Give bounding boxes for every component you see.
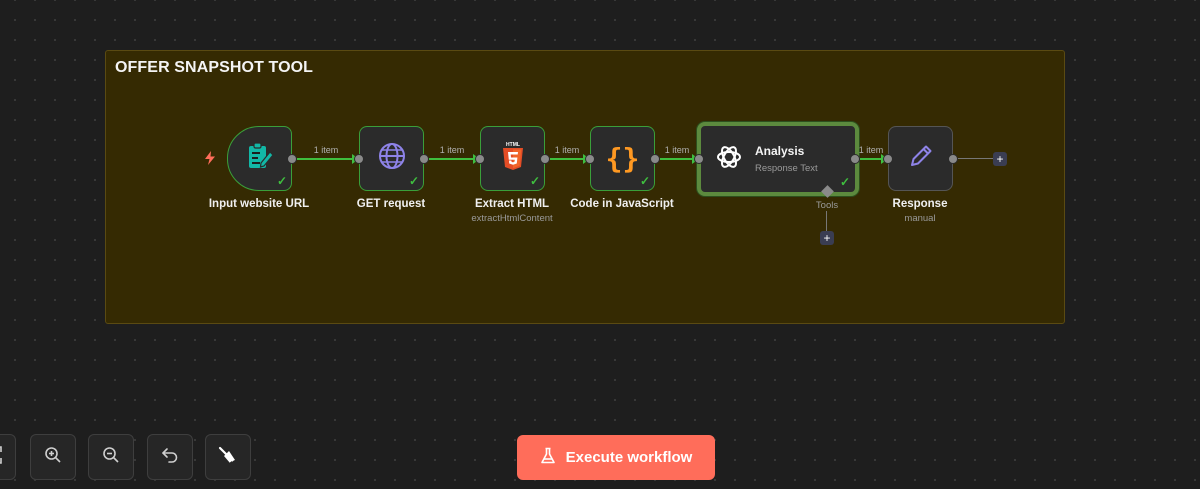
zoom-in-button[interactable] [30,434,76,480]
undo-button[interactable] [147,434,193,480]
add-tool-button[interactable]: + [820,231,834,245]
node-subtitle: manual [904,213,936,224]
input-handle[interactable] [585,154,595,164]
output-handle[interactable] [540,154,550,164]
execute-workflow-label: Execute workflow [565,449,693,466]
clear-icon [218,445,238,470]
execute-workflow-button[interactable]: Execute workflow [517,435,715,480]
tools-label: Tools [815,200,839,211]
output-handle[interactable] [287,154,297,164]
undo-icon [161,446,179,469]
trigger-bolt-icon [204,151,216,170]
node-subtitle: Response Text [755,163,818,174]
node-label: Input website URL [208,198,310,210]
braces-icon: {} [605,142,640,175]
node-response[interactable] [888,126,953,191]
connection-line[interactable] [429,158,474,160]
success-check-icon: ✓ [639,174,650,188]
input-handle[interactable] [883,154,893,164]
node-code-javascript[interactable]: {} ✓ [590,126,655,191]
node-extract-html[interactable]: HTML ✓ [480,126,545,191]
node-label: Extract HTML [474,198,550,210]
success-check-icon: ✓ [276,174,287,188]
output-handle[interactable] [948,154,958,164]
output-handle[interactable] [419,154,429,164]
workflow-canvas[interactable]: OFFER SNAPSHOT TOOL ✓ Input website URL … [0,0,1200,489]
output-handle[interactable] [650,154,660,164]
add-node-line [958,158,993,159]
fit-view-icon [0,445,2,469]
node-analysis[interactable]: Analysis Response Text ✓ [697,122,859,196]
connection-line[interactable] [860,158,882,160]
zoom-out-button[interactable] [88,434,134,480]
fit-view-button[interactable] [0,434,16,480]
connection-label: 1 item [439,145,465,155]
connection-line[interactable] [660,158,693,160]
tools-connector-line [826,211,827,231]
flask-icon [540,447,556,469]
add-node-button[interactable]: + [993,152,1007,166]
connection-label: 1 item [858,145,884,155]
input-handle[interactable] [694,154,704,164]
node-label: Response [892,198,948,210]
connection-label: 1 item [664,145,690,155]
html5-icon: HTML [502,141,524,176]
pencil-icon [907,142,935,175]
success-check-icon: ✓ [529,174,540,188]
clear-execution-button[interactable] [205,434,251,480]
input-handle[interactable] [475,154,485,164]
connection-line[interactable] [550,158,584,160]
success-check-icon: ✓ [408,174,419,188]
output-handle[interactable] [850,154,860,164]
success-check-icon: ✓ [839,175,850,189]
sticky-note-title: OFFER SNAPSHOT TOOL [115,59,314,76]
zoom-out-icon [102,446,120,469]
input-handle[interactable] [354,154,364,164]
node-title: Analysis [755,144,805,158]
node-subtitle: extractHtmlContent [471,213,553,224]
connection-line[interactable] [297,158,352,160]
node-input-website-url[interactable]: ✓ [227,126,292,191]
openai-icon [715,143,743,176]
svg-text:HTML: HTML [506,142,520,148]
connection-label: 1 item [313,145,339,155]
connection-label: 1 item [554,145,580,155]
node-label: Code in JavaScript [570,198,674,210]
node-get-request[interactable]: ✓ [359,126,424,191]
zoom-in-icon [44,446,62,469]
globe-icon [377,141,407,176]
form-trigger-icon [246,141,274,176]
node-label: GET request [356,198,426,210]
